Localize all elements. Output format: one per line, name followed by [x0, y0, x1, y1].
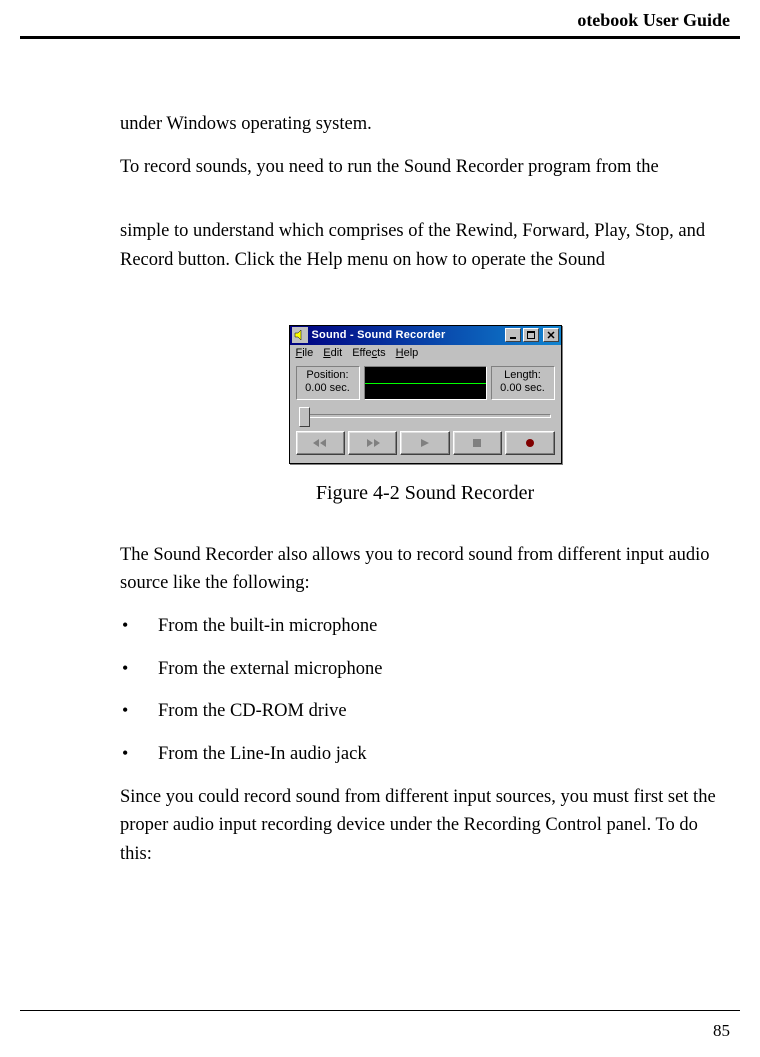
slider-track: [300, 414, 551, 418]
page: otebook User Guide under Windows operati…: [0, 0, 760, 1057]
minimize-button[interactable]: [505, 328, 521, 342]
waveform-display: [364, 366, 487, 400]
menu-effects[interactable]: Effects: [352, 347, 385, 359]
forward-button[interactable]: [348, 431, 397, 455]
paragraph: The Sound Recorder also allows you to re…: [120, 541, 730, 598]
stop-button[interactable]: [453, 431, 502, 455]
window-body: Position: 0.00 sec. Length: 0.00 sec.: [290, 362, 561, 463]
close-button[interactable]: [543, 328, 559, 342]
spacer: [120, 195, 730, 217]
sound-recorder-window: Sound - Sound Recorder File Edit Effects: [289, 325, 562, 464]
menu-file[interactable]: File: [296, 347, 314, 359]
window-title: Sound - Sound Recorder: [312, 329, 503, 341]
transport-buttons: [296, 431, 555, 455]
rewind-button[interactable]: [296, 431, 345, 455]
list-item: From the Line-In audio jack: [120, 740, 730, 769]
running-header: otebook User Guide: [577, 10, 730, 31]
titlebar[interactable]: Sound - Sound Recorder: [290, 326, 561, 345]
list-item: From the CD-ROM drive: [120, 697, 730, 726]
list-item: From the built-in microphone: [120, 612, 730, 641]
footer-rule: [20, 1010, 740, 1011]
paragraph: simple to understand which comprises of …: [120, 217, 730, 274]
record-button[interactable]: [505, 431, 554, 455]
play-button[interactable]: [400, 431, 449, 455]
length-panel: Length: 0.00 sec.: [491, 366, 555, 400]
position-value: 0.00 sec.: [301, 382, 355, 396]
length-value: 0.00 sec.: [496, 382, 550, 396]
menu-edit[interactable]: Edit: [323, 347, 342, 359]
paragraph: under Windows operating system.: [120, 110, 730, 139]
paragraph: Since you could record sound from differ…: [120, 783, 730, 869]
paragraph: To record sounds, you need to run the So…: [120, 153, 730, 182]
length-label: Length:: [496, 369, 550, 383]
maximize-button[interactable]: [523, 328, 539, 342]
figure: Sound - Sound Recorder File Edit Effects: [120, 325, 730, 531]
seek-slider[interactable]: [296, 405, 555, 427]
bullet-list: From the built-in microphone From the ex…: [120, 612, 730, 769]
list-item: From the external microphone: [120, 655, 730, 684]
menubar: File Edit Effects Help: [290, 345, 561, 362]
slider-thumb[interactable]: [299, 407, 310, 427]
position-panel: Position: 0.00 sec.: [296, 366, 360, 400]
header-rule: [20, 36, 740, 39]
page-number: 85: [713, 1021, 730, 1041]
menu-help[interactable]: Help: [396, 347, 419, 359]
position-label: Position:: [301, 369, 355, 383]
speaker-icon: [292, 327, 308, 343]
info-row: Position: 0.00 sec. Length: 0.00 sec.: [296, 366, 555, 400]
figure-caption: Figure 4-2 Sound Recorder: [316, 482, 534, 505]
content-area: under Windows operating system. To recor…: [120, 110, 730, 883]
